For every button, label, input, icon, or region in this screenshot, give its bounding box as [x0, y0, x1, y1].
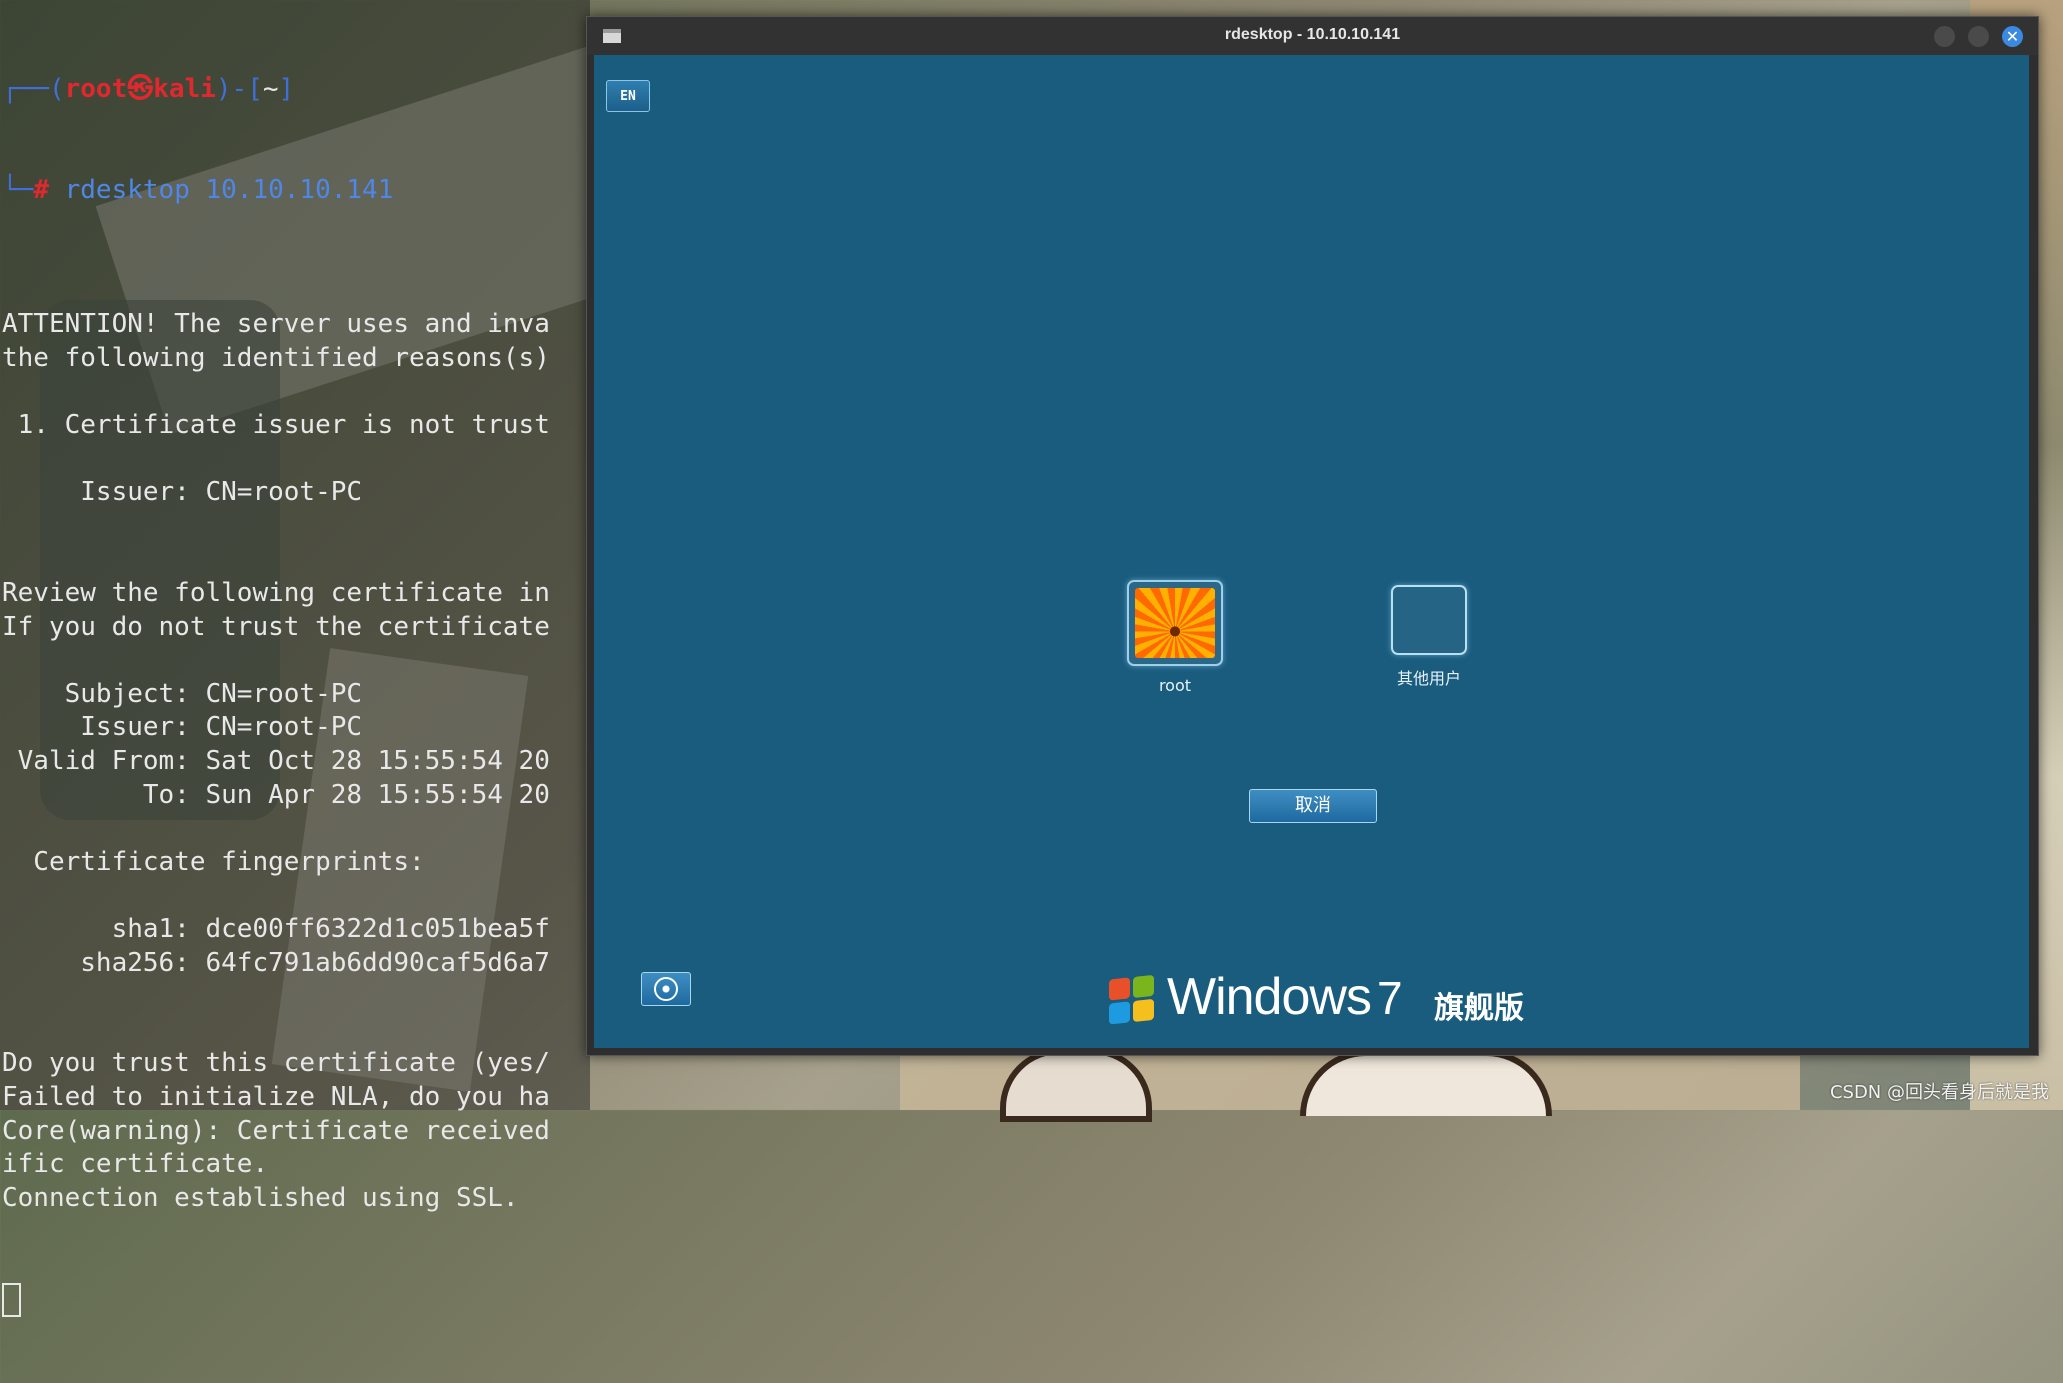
- windows-7-branding: Windows 7 旗舰版: [1109, 967, 1529, 1027]
- rdesktop-window[interactable]: rdesktop - 10.10.10.141 ✕ EN root 其他用户 取…: [586, 16, 2039, 1056]
- remote-desktop-screen[interactable]: EN root 其他用户 取消 Windows 7 旗舰版: [594, 55, 2029, 1048]
- terminal-line: 1. Certificate issuer is not trust: [2, 410, 550, 441]
- brand-version: 7: [1376, 972, 1403, 1024]
- terminal-line: Certificate fingerprints:: [2, 846, 425, 877]
- terminal-line: Core(warning): Certificate received: [2, 1115, 550, 1146]
- user-tile-root[interactable]: root: [1120, 580, 1230, 695]
- brand-edition: 旗舰版: [1434, 991, 1524, 1026]
- terminal-prompt-line: ┌──(root㉿kali)-[~]: [2, 74, 295, 105]
- blank-avatar-icon[interactable]: [1391, 585, 1467, 655]
- user-tile-label: root: [1158, 676, 1192, 695]
- terminal-cursor[interactable]: [2, 1282, 588, 1317]
- prompt-host: kali: [153, 74, 216, 105]
- terminal-line: sha256: 64fc791ab6dd90caf5d6a7: [2, 947, 550, 978]
- terminal-line: Subject: CN=root-PC: [2, 678, 363, 709]
- flower-avatar-icon: [1135, 588, 1215, 658]
- brand-wordmark: Windows 7: [1167, 967, 1403, 1027]
- terminal-line: Issuer: CN=root-PC: [2, 712, 363, 743]
- terminal-line: If you do not trust the certificate: [2, 611, 550, 642]
- terminal-window[interactable]: ┌──(root㉿kali)-[~] └─# rdesktop 10.10.10…: [0, 0, 590, 1317]
- close-button[interactable]: ✕: [2002, 26, 2023, 47]
- terminal-line: Valid From: Sat Oct 28 15:55:54 20: [2, 746, 550, 777]
- terminal-line: Review the following certificate in: [2, 578, 550, 609]
- user-tile-label: 其他用户: [1396, 669, 1461, 688]
- terminal-line: Issuer: CN=root-PC: [2, 477, 363, 508]
- terminal-command: rdesktop 10.10.10.141: [64, 174, 394, 205]
- cancel-button[interactable]: 取消: [1249, 789, 1377, 823]
- terminal-line: the following identified reasons(s): [2, 342, 550, 373]
- ease-of-access-button[interactable]: [641, 972, 691, 1006]
- wallpaper-shape: [1300, 1050, 1552, 1116]
- minimize-button[interactable]: [1934, 26, 1955, 47]
- terminal-body: ATTENTION! The server uses and inva the f…: [2, 275, 588, 1216]
- ease-of-access-icon: [654, 977, 678, 1001]
- prompt-at: ㉿: [127, 74, 154, 105]
- window-title: rdesktop - 10.10.10.141: [1224, 26, 1401, 43]
- prompt-user: root: [64, 74, 128, 105]
- terminal-line: ATTENTION! The server uses and inva: [2, 309, 550, 340]
- terminal-line: sha1: dce00ff6322d1c051bea5f: [2, 914, 550, 945]
- close-icon: ✕: [2005, 27, 2020, 46]
- prompt-dir: ~: [262, 74, 279, 105]
- windows-logo-icon: [1109, 974, 1157, 1027]
- terminal-line: To: Sun Apr 28 15:55:54 20: [2, 779, 550, 810]
- user-tile-other-user[interactable]: 其他用户: [1374, 585, 1484, 689]
- terminal-line: Do you trust this certificate (yes/: [2, 1048, 550, 1079]
- user-picture-frame[interactable]: [1127, 580, 1223, 666]
- terminal-line: ific certificate.: [2, 1149, 269, 1180]
- brand-word: Windows: [1167, 968, 1372, 1026]
- terminal-line: Connection established using SSL.: [2, 1182, 519, 1213]
- terminal-output: ┌──(root㉿kali)-[~] └─# rdesktop 10.10.10…: [2, 6, 588, 1383]
- maximize-button[interactable]: [1968, 26, 1989, 47]
- rdesktop-titlebar[interactable]: rdesktop - 10.10.10.141 ✕: [587, 17, 2038, 55]
- terminal-command-line: └─# rdesktop 10.10.10.141: [2, 174, 394, 205]
- watermark: CSDN @回头看身后就是我: [1829, 1082, 2049, 1103]
- language-indicator-button[interactable]: EN: [606, 80, 650, 112]
